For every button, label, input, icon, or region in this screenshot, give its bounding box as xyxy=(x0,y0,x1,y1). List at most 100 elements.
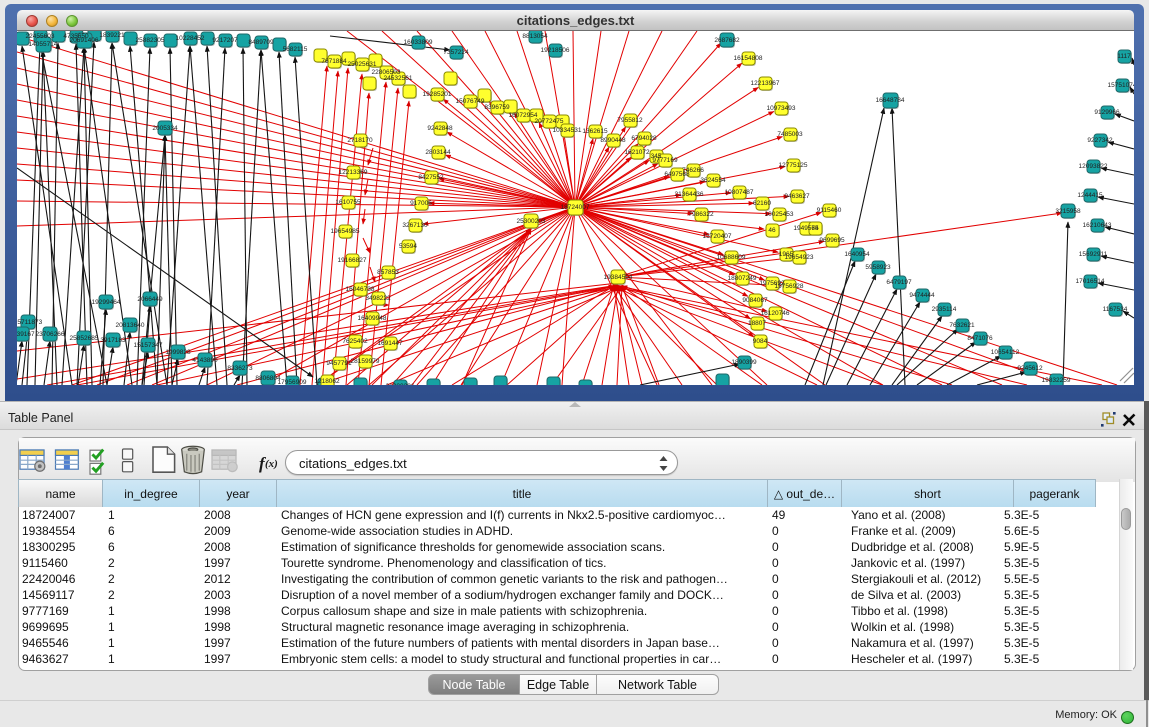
svg-text:8990448: 8990448 xyxy=(600,137,626,144)
svg-text:9115460: 9115460 xyxy=(817,207,842,214)
svg-text:25300203: 25300203 xyxy=(517,218,546,225)
svg-text:9084: 9084 xyxy=(753,338,768,345)
svg-text:14055714: 14055714 xyxy=(29,41,58,48)
svg-text:16409948: 16409948 xyxy=(358,315,387,322)
svg-text:20772475: 20772475 xyxy=(535,118,564,125)
svg-text:8813054: 8813054 xyxy=(522,33,548,40)
svg-text:19285201: 19285201 xyxy=(423,91,452,98)
svg-text:19756928: 19756928 xyxy=(775,283,804,290)
svg-text:16033809: 16033809 xyxy=(404,39,433,46)
svg-text:19384554: 19384554 xyxy=(604,274,633,281)
svg-text:9217207: 9217207 xyxy=(212,37,238,44)
svg-text:1117: 1117 xyxy=(1117,53,1131,60)
svg-text:53594: 53594 xyxy=(399,243,417,250)
svg-text:9242848: 9242848 xyxy=(427,125,453,132)
svg-text:12213369: 12213369 xyxy=(339,169,368,176)
svg-text:9084067: 9084067 xyxy=(742,297,768,304)
svg-text:16046738: 16046738 xyxy=(346,286,375,293)
svg-text:15751074: 15751074 xyxy=(1108,82,1134,89)
svg-text:9457791: 9457791 xyxy=(326,360,352,367)
svg-text:9463627: 9463627 xyxy=(784,193,810,200)
svg-text:8396759: 8396759 xyxy=(484,104,510,111)
svg-text:17956909: 17956909 xyxy=(278,379,307,385)
svg-text:917006: 917006 xyxy=(410,200,432,207)
svg-text:1167534: 1167534 xyxy=(1103,306,1128,313)
svg-text:25852685: 25852685 xyxy=(70,335,99,342)
svg-text:16154808: 16154808 xyxy=(734,55,763,62)
svg-text:2066449: 2066449 xyxy=(137,296,163,303)
svg-text:1839221: 1839221 xyxy=(99,32,125,39)
svg-text:18807249: 18807249 xyxy=(728,275,757,282)
svg-text:7986322: 7986322 xyxy=(688,211,714,218)
svg-text:1218062: 1218062 xyxy=(314,378,340,385)
svg-text:2005334: 2005334 xyxy=(152,125,178,132)
svg-text:25025631: 25025631 xyxy=(348,61,377,68)
svg-text:10807487: 10807487 xyxy=(725,189,754,196)
svg-text:9245612: 9245612 xyxy=(1017,365,1043,372)
svg-text:21364436: 21364436 xyxy=(675,191,704,198)
svg-text:10334531: 10334531 xyxy=(553,127,582,134)
svg-text:1244415: 1244415 xyxy=(1077,192,1103,199)
svg-text:9227342: 9227342 xyxy=(1087,137,1113,144)
svg-text:64: 64 xyxy=(811,225,819,232)
svg-text:16210643: 16210643 xyxy=(1083,222,1112,229)
svg-text:16648784: 16648784 xyxy=(876,97,905,104)
svg-text:9699695: 9699695 xyxy=(819,237,845,244)
svg-text:8489709: 8489709 xyxy=(248,39,274,46)
svg-text:7485003: 7485003 xyxy=(777,131,803,138)
svg-text:10654112: 10654112 xyxy=(991,349,1020,356)
svg-text:1621072: 1621072 xyxy=(624,149,650,156)
svg-text:4439167: 4439167 xyxy=(17,331,35,338)
svg-text:22455603: 22455603 xyxy=(26,33,55,40)
svg-text:19654985: 19654985 xyxy=(331,228,360,235)
svg-text:19654923: 19654923 xyxy=(785,254,814,261)
svg-text:10688609: 10688609 xyxy=(717,254,746,261)
svg-text:9129966: 9129966 xyxy=(1094,109,1120,116)
svg-text:19218506: 19218506 xyxy=(541,47,570,54)
svg-text:9777169: 9777169 xyxy=(652,157,678,164)
svg-text:7357224: 7357224 xyxy=(443,49,469,56)
svg-text:3498222: 3498222 xyxy=(365,295,391,302)
svg-text:8427552: 8427552 xyxy=(418,174,444,181)
svg-text:1362615: 1362615 xyxy=(582,128,608,135)
svg-text:20691406: 20691406 xyxy=(70,37,99,44)
svg-text:18807: 18807 xyxy=(748,320,766,327)
svg-text:24532561: 24532561 xyxy=(384,75,413,82)
svg-text:25882305: 25882305 xyxy=(136,37,165,44)
svg-text:2718170: 2718170 xyxy=(347,137,373,144)
svg-text:(x): (x) xyxy=(265,458,278,470)
svg-text:19299464: 19299464 xyxy=(92,299,121,306)
svg-text:3917183: 3917183 xyxy=(100,337,126,344)
svg-text:3215958: 3215958 xyxy=(1055,208,1081,215)
svg-text:21200396: 21200396 xyxy=(386,383,415,385)
svg-text:19832259: 19832259 xyxy=(1042,377,1071,384)
svg-text:1999828: 1999828 xyxy=(165,349,191,356)
svg-text:10228452: 10228452 xyxy=(176,35,205,42)
svg-text:46: 46 xyxy=(768,227,776,234)
svg-text:2935114: 2935114 xyxy=(932,306,957,313)
svg-text:1691447: 1691447 xyxy=(377,340,403,347)
svg-text:12093822: 12093822 xyxy=(1079,163,1108,170)
svg-text:6497568: 6497568 xyxy=(664,171,690,178)
svg-text:1890399: 1890399 xyxy=(731,359,757,366)
svg-text:15692911: 15692911 xyxy=(1079,251,1108,258)
svg-text:6794028: 6794028 xyxy=(631,135,657,142)
svg-text:5958923: 5958923 xyxy=(865,264,891,271)
svg-text:18724007: 18724007 xyxy=(561,204,590,211)
svg-text:10025453: 10025453 xyxy=(765,211,794,218)
svg-text:1610755: 1610755 xyxy=(335,199,361,206)
svg-text:857853: 857853 xyxy=(377,269,399,276)
svg-text:8471076: 8471076 xyxy=(967,335,993,342)
svg-text:15157347: 15157347 xyxy=(134,342,163,349)
svg-text:17016514: 17016514 xyxy=(1076,278,1105,285)
svg-text:62160: 62160 xyxy=(753,200,771,207)
svg-text:7632621: 7632621 xyxy=(949,322,975,329)
svg-text:2687682: 2687682 xyxy=(714,37,740,44)
svg-text:15076749: 15076749 xyxy=(456,98,485,105)
svg-text:3267130: 3267130 xyxy=(402,222,428,229)
svg-text:6479197: 6479197 xyxy=(886,279,912,286)
svg-text:7955812: 7955812 xyxy=(617,117,643,124)
svg-text:7671884: 7671884 xyxy=(321,58,347,65)
svg-text:23706266: 23706266 xyxy=(36,331,65,338)
svg-text:16120746: 16120746 xyxy=(761,310,790,317)
